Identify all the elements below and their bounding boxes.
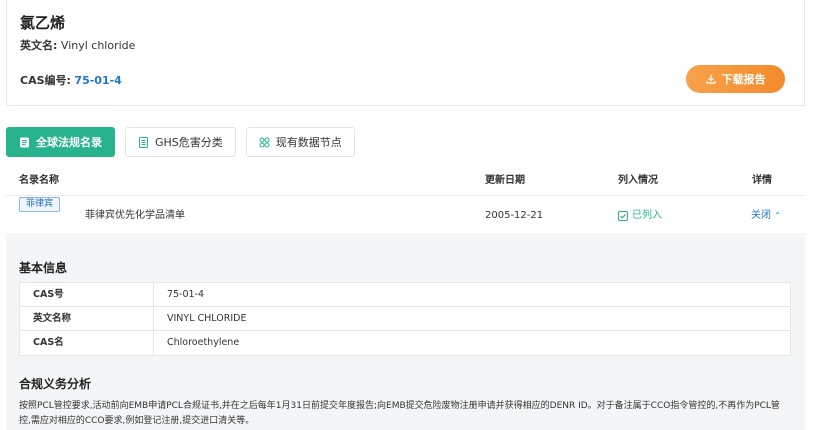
info-row: CAS号 75-01-4 (20, 283, 790, 307)
info-key: 英文名称 (20, 307, 154, 330)
column-inventory-name: 名录名称 (19, 175, 59, 186)
english-name-value: Vinyl chloride (60, 39, 136, 52)
cas-number-value[interactable]: 75-01-4 (74, 74, 121, 87)
list-icon (20, 137, 29, 147)
info-key: CAS号 (20, 283, 154, 306)
chemical-title: 氯乙烯 (20, 14, 66, 32)
compliance-analysis-title: 合规义务分析 (19, 377, 92, 391)
table-header: 名录名称 更新日期 列入情况 详情 (6, 166, 805, 196)
detail-panel: 基本信息 CAS号 75-01-4 英文名称 VINYL CHLORIDE CA… (6, 236, 805, 430)
basic-info-title: 基本信息 (19, 261, 68, 275)
checkbox-icon (618, 211, 628, 221)
document-icon (139, 136, 148, 148)
tab-global-inventory[interactable]: 全球法规名录 (6, 127, 115, 157)
cas-number-label: CAS编号: (20, 74, 71, 87)
download-report-label: 下载报告 (721, 73, 766, 86)
compliance-analysis-text: 按照PCL管控要求,活动前向EMB申请PCL合规证书,并在之后每年1月31日前提… (19, 401, 780, 426)
chemical-header-card: 氯乙烯 英文名: Vinyl chloride CAS编号: 75-01-4 下… (6, 0, 805, 106)
info-key: CAS名 (20, 331, 154, 355)
download-report-button[interactable]: 下载报告 (686, 65, 785, 93)
column-details: 详情 (752, 175, 772, 186)
column-listing-status: 列入情况 (618, 175, 658, 186)
info-row: 英文名称 VINYL CHLORIDE (20, 307, 790, 331)
grid-icon (259, 137, 270, 147)
country-tag: 菲律宾 (19, 197, 61, 212)
tab-data-nodes[interactable]: 现有数据节点 (245, 127, 355, 157)
tab-label: GHS危害分类 (155, 136, 223, 149)
basic-info-table: CAS号 75-01-4 英文名称 VINYL CHLORIDE CAS名 Ch… (19, 282, 791, 356)
info-row: CAS名 Chloroethylene (20, 331, 790, 355)
info-value: Chloroethylene (167, 337, 240, 348)
listing-status-label: 已列入 (632, 210, 662, 221)
update-date: 2005-12-21 (485, 210, 544, 221)
collapse-details-link[interactable]: 关闭 ⌃ (751, 197, 781, 235)
info-value: 75-01-4 (167, 289, 205, 300)
tab-label: 现有数据节点 (275, 136, 342, 149)
download-icon (705, 74, 716, 84)
inventory-name: 菲律宾优先化学品清单 (85, 210, 185, 221)
tab-label: 全球法规名录 (36, 136, 102, 149)
cas-number-row: CAS编号: 75-01-4 (20, 72, 122, 88)
tab-ghs-classification[interactable]: GHS危害分类 (125, 127, 236, 157)
table-row: 菲律宾 菲律宾优先化学品清单 2005-12-21 已列入 关闭 ⌃ (6, 197, 805, 235)
info-value: VINYL CHLORIDE (167, 313, 247, 324)
column-update-date: 更新日期 (485, 175, 525, 186)
english-name-row: 英文名: Vinyl chloride (20, 37, 135, 53)
listing-status: 已列入 (618, 197, 662, 235)
regulation-tabs: 全球法规名录 GHS危害分类 现有数据节点 (6, 127, 355, 157)
chevron-up-icon: ⌃ (774, 211, 781, 220)
english-name-label: 英文名: (20, 39, 58, 52)
collapse-details-label: 关闭 (751, 210, 771, 221)
